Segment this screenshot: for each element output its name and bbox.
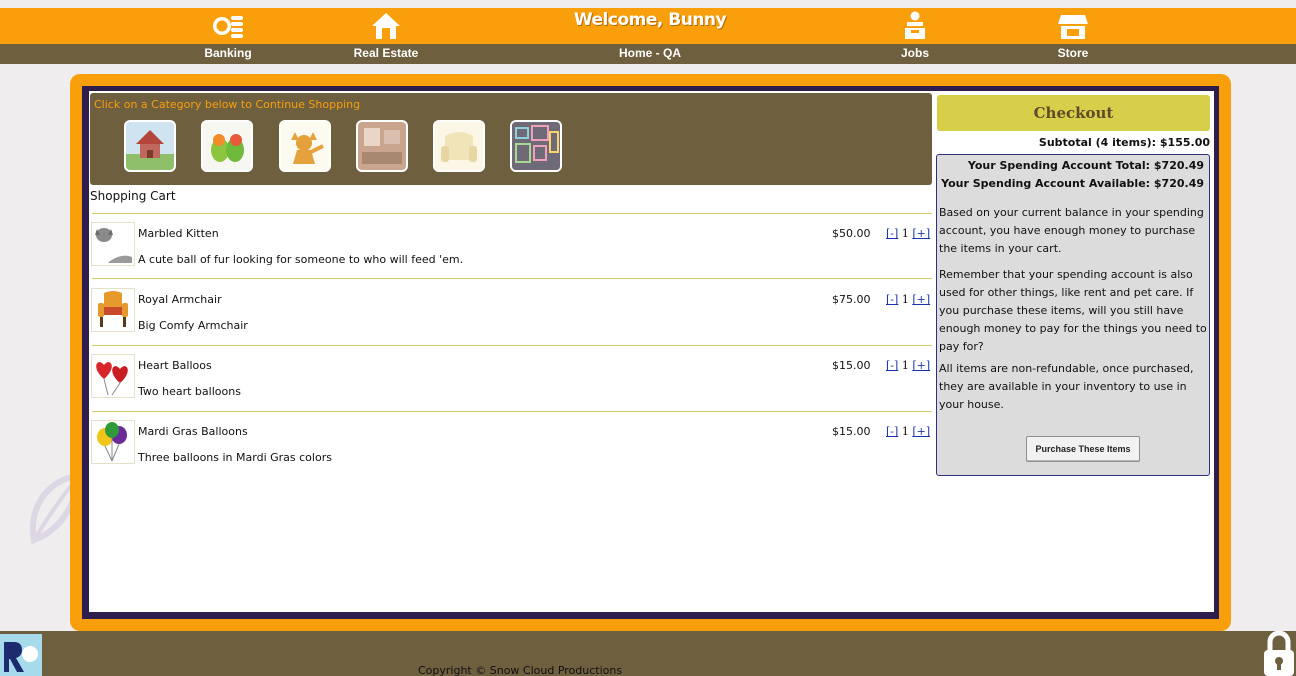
decrease-qty-button[interactable]: [-]: [886, 359, 898, 372]
balloons-icon: [91, 420, 135, 464]
checkout-button[interactable]: Checkout: [937, 95, 1210, 131]
item-quantity: 1: [901, 293, 909, 306]
worker-icon: [855, 10, 975, 42]
nav-store[interactable]: Store: [1013, 8, 1133, 64]
item-name: Mardi Gras Balloons: [138, 425, 248, 438]
item-description: Two heart balloons: [138, 385, 241, 398]
nav-jobs[interactable]: Jobs: [855, 8, 975, 64]
increase-qty-button[interactable]: [+]: [912, 425, 930, 438]
cart-title: Shopping Cart: [90, 189, 176, 203]
increase-qty-button[interactable]: [+]: [912, 227, 930, 240]
cart-divider: [92, 345, 932, 346]
quantity-control: [-] 1 [+]: [886, 425, 930, 438]
site-logo: [0, 634, 42, 676]
nav-banking[interactable]: Banking: [168, 8, 288, 64]
house-icon: [326, 10, 446, 42]
footer: [0, 631, 1296, 676]
spending-reminder: Remember that your spending account is a…: [939, 268, 1207, 353]
item-quantity: 1: [901, 359, 909, 372]
item-name: Marbled Kitten: [138, 227, 219, 240]
item-price: $50.00: [832, 227, 871, 240]
increase-qty-button[interactable]: [+]: [912, 293, 930, 306]
item-description: Big Comfy Armchair: [138, 319, 248, 332]
category-hint: Click on a Category below to Continue Sh…: [94, 98, 361, 111]
nav-home[interactable]: Home - QA: [590, 8, 710, 64]
decrease-qty-button[interactable]: [-]: [886, 227, 898, 240]
item-description: Three balloons in Mardi Gras colors: [138, 451, 332, 464]
decrease-qty-button[interactable]: [-]: [886, 293, 898, 306]
quantity-control: [-] 1 [+]: [886, 227, 930, 240]
store-icon: [1013, 10, 1133, 42]
frames-category-icon[interactable]: [510, 120, 562, 172]
armchair-category-icon[interactable]: [433, 120, 485, 172]
item-price: $75.00: [832, 293, 871, 306]
purchase-button[interactable]: Purchase These Items: [1026, 436, 1140, 462]
nav-jobs-label: Jobs: [900, 46, 929, 60]
increase-qty-button[interactable]: [+]: [912, 359, 930, 372]
nav-store-label: Store: [1057, 46, 1089, 60]
account-total: Your Spending Account Total: $720.49: [967, 159, 1204, 172]
armchair-icon: [91, 288, 135, 332]
cat-category-icon[interactable]: [279, 120, 331, 172]
coins-icon: [168, 10, 288, 42]
refund-notice: All items are non-refundable, once purch…: [939, 362, 1194, 411]
copyright-text: Copyright © Snow Cloud Productions: [418, 664, 623, 676]
cart-divider: [92, 278, 932, 279]
house-category-icon[interactable]: [124, 120, 176, 172]
item-price: $15.00: [832, 425, 871, 438]
balance-message: Based on your current balance in your sp…: [939, 206, 1204, 255]
lock-icon[interactable]: [1262, 628, 1296, 676]
account-available: Your Spending Account Available: $720.49: [941, 177, 1204, 190]
cart-divider: [92, 213, 932, 214]
nav-real-estate[interactable]: Real Estate: [326, 8, 446, 64]
item-description: A cute ball of fur looking for someone t…: [138, 253, 464, 266]
quantity-control: [-] 1 [+]: [886, 359, 930, 372]
item-name: Heart Balloos: [138, 359, 212, 372]
cart-subtotal: Subtotal (4 items): $155.00: [1038, 136, 1210, 149]
item-quantity: 1: [901, 227, 909, 240]
item-price: $15.00: [832, 359, 871, 372]
item-quantity: 1: [901, 425, 909, 438]
decrease-qty-button[interactable]: [-]: [886, 425, 898, 438]
nav-banking-label: Banking: [204, 46, 252, 60]
birds-category-icon[interactable]: [201, 120, 253, 172]
heart-balloons-icon: [91, 354, 135, 398]
nav-real-estate-label: Real Estate: [353, 46, 419, 60]
quantity-control: [-] 1 [+]: [886, 293, 930, 306]
room-category-icon[interactable]: [356, 120, 408, 172]
cart-divider: [92, 411, 932, 412]
item-name: Royal Armchair: [138, 293, 222, 306]
nav-home-label: Home - QA: [618, 46, 681, 60]
kitten-icon: [91, 222, 135, 266]
